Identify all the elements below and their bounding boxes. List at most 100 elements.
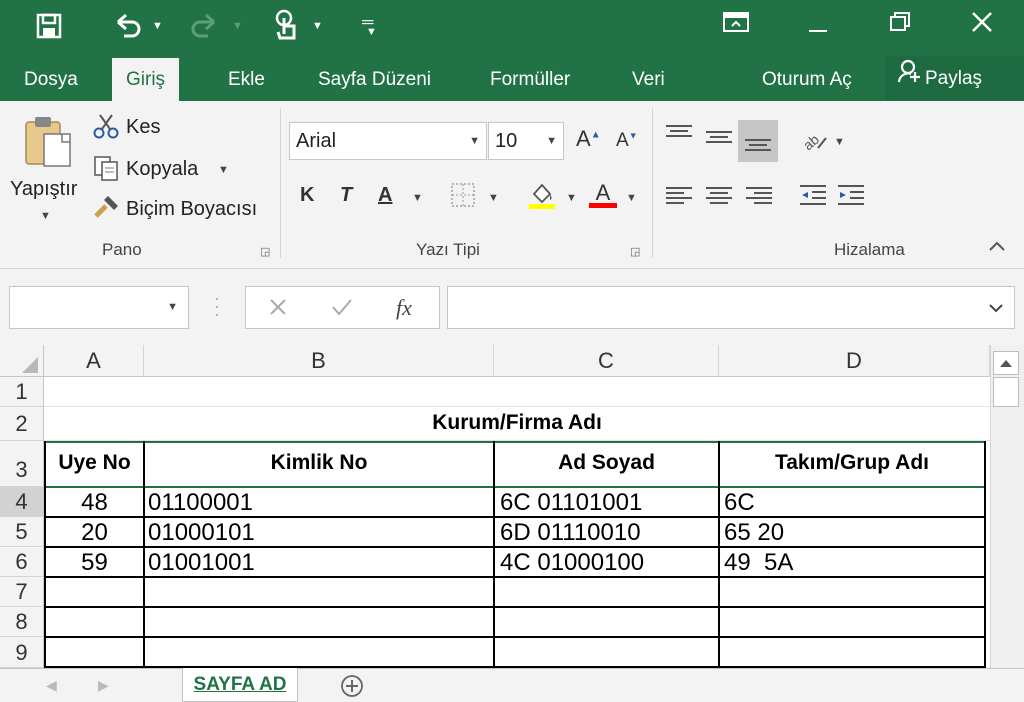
column-header-d[interactable]: D bbox=[719, 345, 990, 377]
header-takim-grup[interactable]: Takım/Grup Adı bbox=[720, 451, 984, 475]
scroll-up-icon[interactable] bbox=[993, 351, 1019, 375]
tab-home[interactable]: Giriş bbox=[112, 58, 180, 101]
table-cell[interactable]: 59 bbox=[46, 549, 143, 577]
orientation-dropdown-icon[interactable]: ▼ bbox=[834, 136, 845, 148]
sheet-next-icon[interactable]: ▶ bbox=[98, 677, 109, 694]
select-all-corner[interactable] bbox=[0, 345, 44, 377]
header-uye-no[interactable]: Uye No bbox=[46, 451, 143, 475]
copy-dropdown-icon[interactable]: ▼ bbox=[218, 164, 229, 176]
fill-color-dropdown-icon[interactable]: ▼ bbox=[566, 192, 577, 204]
top-align-icon[interactable] bbox=[666, 122, 692, 140]
share-button[interactable]: Paylaş bbox=[885, 56, 1024, 101]
column-header-c[interactable]: C bbox=[494, 345, 719, 377]
column-header-a[interactable]: A bbox=[44, 345, 144, 377]
font-size-combo[interactable]: 10 ▼ bbox=[488, 122, 564, 160]
row-header-1[interactable]: 1 bbox=[0, 377, 44, 407]
table-cell[interactable]: 65 20 bbox=[724, 519, 980, 547]
header-ad-soyad[interactable]: Ad Soyad bbox=[495, 451, 718, 475]
undo-icon[interactable] bbox=[112, 12, 142, 45]
paste-label[interactable]: Yapıştır bbox=[10, 178, 77, 201]
bottom-align-button[interactable] bbox=[738, 120, 778, 162]
font-launcher-icon[interactable]: ◲ bbox=[630, 245, 640, 258]
column-header-b[interactable]: B bbox=[144, 345, 494, 377]
row-header-6[interactable]: 6 bbox=[0, 547, 44, 577]
minimize-icon[interactable] bbox=[802, 14, 834, 40]
table-cell[interactable]: 01000101 bbox=[148, 519, 488, 547]
font-color-dropdown-icon[interactable]: ▼ bbox=[626, 192, 637, 204]
expand-formula-bar-icon[interactable] bbox=[988, 301, 1004, 319]
row-header-4[interactable]: 4 bbox=[0, 487, 44, 517]
insert-function-button[interactable]: fx bbox=[396, 295, 412, 321]
decrease-indent-icon[interactable] bbox=[798, 182, 828, 215]
row-header-9[interactable]: 9 bbox=[0, 637, 44, 668]
confirm-entry-icon[interactable] bbox=[330, 297, 354, 322]
row-header-2[interactable]: 2 bbox=[0, 407, 44, 441]
bold-button[interactable]: K bbox=[300, 184, 314, 207]
cut-label[interactable]: Kes bbox=[126, 116, 160, 139]
format-painter-label[interactable]: Biçim Boyacısı bbox=[126, 198, 257, 221]
table-cell[interactable]: 20 bbox=[46, 519, 143, 547]
table-cell[interactable]: 6C 01101001 bbox=[500, 489, 715, 517]
table-cell[interactable]: 01100001 bbox=[148, 489, 488, 517]
table-cell[interactable]: 4C 01000100 bbox=[500, 549, 715, 577]
collapse-ribbon-icon[interactable] bbox=[986, 238, 1008, 259]
tab-file[interactable]: Dosya bbox=[24, 58, 78, 101]
copy-icon[interactable] bbox=[92, 154, 120, 187]
sheet-title-cell[interactable]: Kurum/Firma Adı bbox=[44, 411, 990, 435]
row-header-5[interactable]: 5 bbox=[0, 517, 44, 547]
fill-color-icon[interactable] bbox=[528, 180, 556, 215]
worksheet-grid[interactable]: A B C D 1 2 3 4 5 6 7 8 9 Kurum/Firma Ad… bbox=[0, 345, 990, 668]
row-header-8[interactable]: 8 bbox=[0, 607, 44, 637]
shrink-font-icon[interactable]: A▼ bbox=[616, 130, 638, 152]
grow-font-icon[interactable]: A▲ bbox=[576, 126, 601, 152]
table-cell[interactable]: 6D 01110010 bbox=[500, 519, 715, 547]
row-header-7[interactable]: 7 bbox=[0, 577, 44, 607]
table-cell[interactable]: 01001001 bbox=[148, 549, 488, 577]
customize-caret-icon[interactable]: ▼ bbox=[366, 26, 377, 38]
restore-icon[interactable] bbox=[884, 10, 916, 40]
table-cell[interactable]: 48 bbox=[46, 489, 143, 517]
font-name-dropdown-icon[interactable]: ▼ bbox=[469, 123, 480, 159]
align-left-icon[interactable] bbox=[666, 184, 692, 207]
tab-formulas[interactable]: Formüller bbox=[490, 58, 570, 101]
underline-button[interactable]: A bbox=[378, 184, 392, 207]
paste-dropdown-icon[interactable]: ▼ bbox=[40, 210, 51, 222]
ribbon-display-options-icon[interactable] bbox=[720, 10, 752, 40]
vertical-scrollbar[interactable] bbox=[990, 345, 1024, 668]
sign-in-link[interactable]: Oturum Aç bbox=[762, 58, 852, 101]
tab-page-layout[interactable]: Sayfa Düzeni bbox=[318, 58, 431, 101]
name-box[interactable]: ▼ bbox=[9, 286, 189, 329]
new-sheet-icon[interactable] bbox=[338, 673, 366, 702]
save-icon[interactable] bbox=[36, 13, 62, 39]
copy-label[interactable]: Kopyala bbox=[126, 158, 198, 181]
tab-data[interactable]: Veri bbox=[632, 58, 665, 101]
cancel-entry-icon[interactable] bbox=[268, 297, 288, 322]
scroll-thumb[interactable] bbox=[993, 377, 1019, 407]
paste-icon[interactable] bbox=[22, 114, 74, 175]
clipboard-launcher-icon[interactable]: ◲ bbox=[260, 245, 270, 258]
font-name-combo[interactable]: Arial ▼ bbox=[289, 122, 487, 160]
tab-insert[interactable]: Ekle bbox=[228, 58, 265, 101]
touch-dropdown-icon[interactable]: ▼ bbox=[312, 20, 323, 32]
font-color-icon[interactable]: A bbox=[588, 178, 618, 215]
increase-indent-icon[interactable] bbox=[836, 182, 866, 215]
row-header-3[interactable]: 3 bbox=[0, 441, 44, 487]
sheet-prev-icon[interactable]: ◀ bbox=[46, 677, 57, 694]
cut-icon[interactable] bbox=[92, 112, 120, 145]
undo-dropdown-icon[interactable]: ▼ bbox=[152, 20, 163, 32]
format-painter-icon[interactable] bbox=[92, 194, 120, 227]
font-size-dropdown-icon[interactable]: ▼ bbox=[546, 123, 557, 159]
borders-icon[interactable] bbox=[450, 182, 476, 213]
formula-input[interactable] bbox=[447, 286, 1015, 329]
table-cell[interactable]: 49 5A bbox=[724, 549, 980, 577]
touch-mode-icon[interactable] bbox=[272, 8, 302, 47]
borders-dropdown-icon[interactable]: ▼ bbox=[488, 192, 499, 204]
sheet-tab-sayfa-ad[interactable]: SAYFA AD bbox=[182, 668, 298, 702]
table-cell[interactable]: 6C bbox=[724, 489, 980, 517]
close-icon[interactable] bbox=[966, 10, 998, 40]
orientation-icon[interactable]: ab bbox=[798, 124, 830, 159]
align-center-icon[interactable] bbox=[706, 184, 732, 207]
underline-dropdown-icon[interactable]: ▼ bbox=[412, 192, 423, 204]
header-kimlik-no[interactable]: Kimlik No bbox=[145, 451, 493, 475]
formula-bar-grip-icon[interactable]: · · · bbox=[214, 289, 220, 323]
